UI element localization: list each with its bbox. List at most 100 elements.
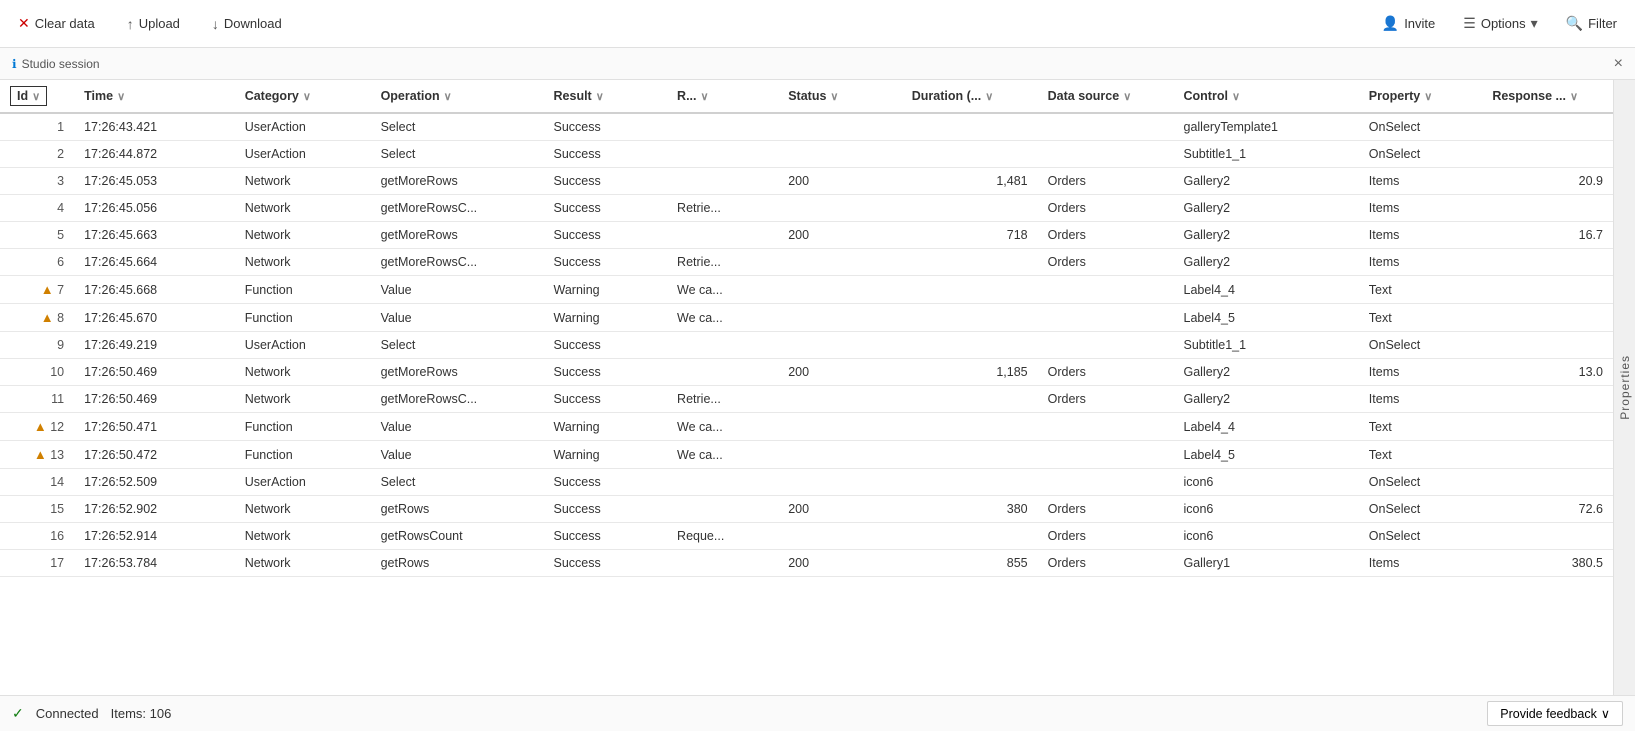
table-row[interactable]: 14 17:26:52.509 UserAction Select Succes… [0,469,1613,496]
table-row[interactable]: 15 17:26:52.902 Network getRows Success … [0,496,1613,523]
col-header-time[interactable]: Time ∨ [74,80,235,113]
cell-r [667,222,778,249]
table-row[interactable]: 17 17:26:53.784 Network getRows Success … [0,550,1613,577]
cell-datasource [1038,304,1174,332]
cell-duration [902,469,1038,496]
connected-icon: ✓ [12,705,24,722]
table-row[interactable]: ▲ 8 17:26:45.670 Function Value Warning … [0,304,1613,332]
table-row[interactable]: ▲ 13 17:26:50.472 Function Value Warning… [0,441,1613,469]
col-header-control[interactable]: Control ∨ [1174,80,1359,113]
table-row[interactable]: 11 17:26:50.469 Network getMoreRowsC... … [0,386,1613,413]
cell-id: 15 [0,496,74,523]
table-row[interactable]: 4 17:26:45.056 Network getMoreRowsC... S… [0,195,1613,222]
cell-status [778,523,902,550]
cell-result: Success [544,168,668,195]
cell-property: Text [1359,304,1483,332]
cell-control: Gallery2 [1174,222,1359,249]
cell-id: 17 [0,550,74,577]
table-wrapper[interactable]: Id ∨ Time ∨ Category ∨ Operation ∨ R [0,80,1613,695]
cell-datasource [1038,469,1174,496]
col-header-id[interactable]: Id ∨ [0,80,74,113]
col-header-duration[interactable]: Duration (... ∨ [902,80,1038,113]
cell-r [667,496,778,523]
col-header-category[interactable]: Category ∨ [235,80,371,113]
ctrl-sort-icon: ∨ [1232,90,1240,103]
filter-button[interactable]: 🔍 Filter [1560,11,1623,36]
cell-time: 17:26:45.053 [74,168,235,195]
cell-control: Subtitle1_1 [1174,141,1359,168]
cell-operation: Select [371,113,544,141]
clear-data-button[interactable]: ✕ Clear data [12,11,101,36]
cell-result: Success [544,523,668,550]
status-bar: ✓ Connected Items: 106 Provide feedback … [0,695,1635,731]
col-header-response[interactable]: Response ... ∨ [1482,80,1613,113]
col-header-result[interactable]: Result ∨ [544,80,668,113]
col-header-property[interactable]: Property ∨ [1359,80,1483,113]
cell-operation: Select [371,469,544,496]
table-row[interactable]: 9 17:26:49.219 UserAction Select Success… [0,332,1613,359]
cell-duration [902,441,1038,469]
cell-datasource: Orders [1038,359,1174,386]
cell-control: Gallery1 [1174,550,1359,577]
cell-property: Items [1359,249,1483,276]
cell-r: We ca... [667,304,778,332]
table-row[interactable]: 3 17:26:45.053 Network getMoreRows Succe… [0,168,1613,195]
cell-control: icon6 [1174,496,1359,523]
cell-operation: Value [371,441,544,469]
table-row[interactable]: 6 17:26:45.664 Network getMoreRowsC... S… [0,249,1613,276]
properties-side-panel[interactable]: Properties [1613,80,1635,695]
cell-r [667,168,778,195]
cell-result: Success [544,550,668,577]
cell-result: Success [544,249,668,276]
col-header-datasource[interactable]: Data source ∨ [1038,80,1174,113]
cell-status: 200 [778,496,902,523]
close-session-button[interactable]: × [1614,55,1623,73]
cell-result: Warning [544,304,668,332]
cell-id: 10 [0,359,74,386]
cell-id: 14 [0,469,74,496]
table-row[interactable]: ▲ 7 17:26:45.668 Function Value Warning … [0,276,1613,304]
cell-duration [902,386,1038,413]
cell-datasource [1038,113,1174,141]
cell-r [667,141,778,168]
cell-r: Reque... [667,523,778,550]
cell-id: 2 [0,141,74,168]
cell-response [1482,113,1613,141]
top-bar-right: 👤 Invite ☰ Options ▾ 🔍 Filter [1376,11,1623,36]
download-button[interactable]: ↓ Download [206,12,288,36]
main-container: Id ∨ Time ∨ Category ∨ Operation ∨ R [0,80,1635,695]
cell-result: Success [544,222,668,249]
cell-response [1482,332,1613,359]
cell-category: Function [235,413,371,441]
table-row[interactable]: ▲ 12 17:26:50.471 Function Value Warning… [0,413,1613,441]
cell-control: Gallery2 [1174,359,1359,386]
cell-control: Gallery2 [1174,386,1359,413]
filter-icon: 🔍 [1566,15,1583,32]
cell-operation: Value [371,304,544,332]
table-row[interactable]: 16 17:26:52.914 Network getRowsCount Suc… [0,523,1613,550]
cell-id: ▲ 13 [0,441,74,469]
provide-feedback-button[interactable]: Provide feedback ∨ [1487,701,1623,726]
cell-result: Success [544,496,668,523]
items-count: Items: 106 [111,706,172,721]
cell-response [1482,249,1613,276]
table-row[interactable]: 1 17:26:43.421 UserAction Select Success… [0,113,1613,141]
cell-time: 17:26:45.056 [74,195,235,222]
cell-duration [902,113,1038,141]
table-row[interactable]: 5 17:26:45.663 Network getMoreRows Succe… [0,222,1613,249]
col-header-status[interactable]: Status ∨ [778,80,902,113]
invite-button[interactable]: 👤 Invite [1376,11,1442,36]
cell-datasource [1038,413,1174,441]
cell-r: We ca... [667,441,778,469]
cell-response: 20.9 [1482,168,1613,195]
col-header-operation[interactable]: Operation ∨ [371,80,544,113]
cell-category: Network [235,249,371,276]
cell-status: 200 [778,222,902,249]
cell-status [778,141,902,168]
table-row[interactable]: 2 17:26:44.872 UserAction Select Success… [0,141,1613,168]
table-row[interactable]: 10 17:26:50.469 Network getMoreRows Succ… [0,359,1613,386]
col-header-r[interactable]: R... ∨ [667,80,778,113]
options-button[interactable]: ☰ Options ▾ [1457,11,1543,36]
cell-r: We ca... [667,276,778,304]
upload-button[interactable]: ↑ Upload [121,12,186,36]
